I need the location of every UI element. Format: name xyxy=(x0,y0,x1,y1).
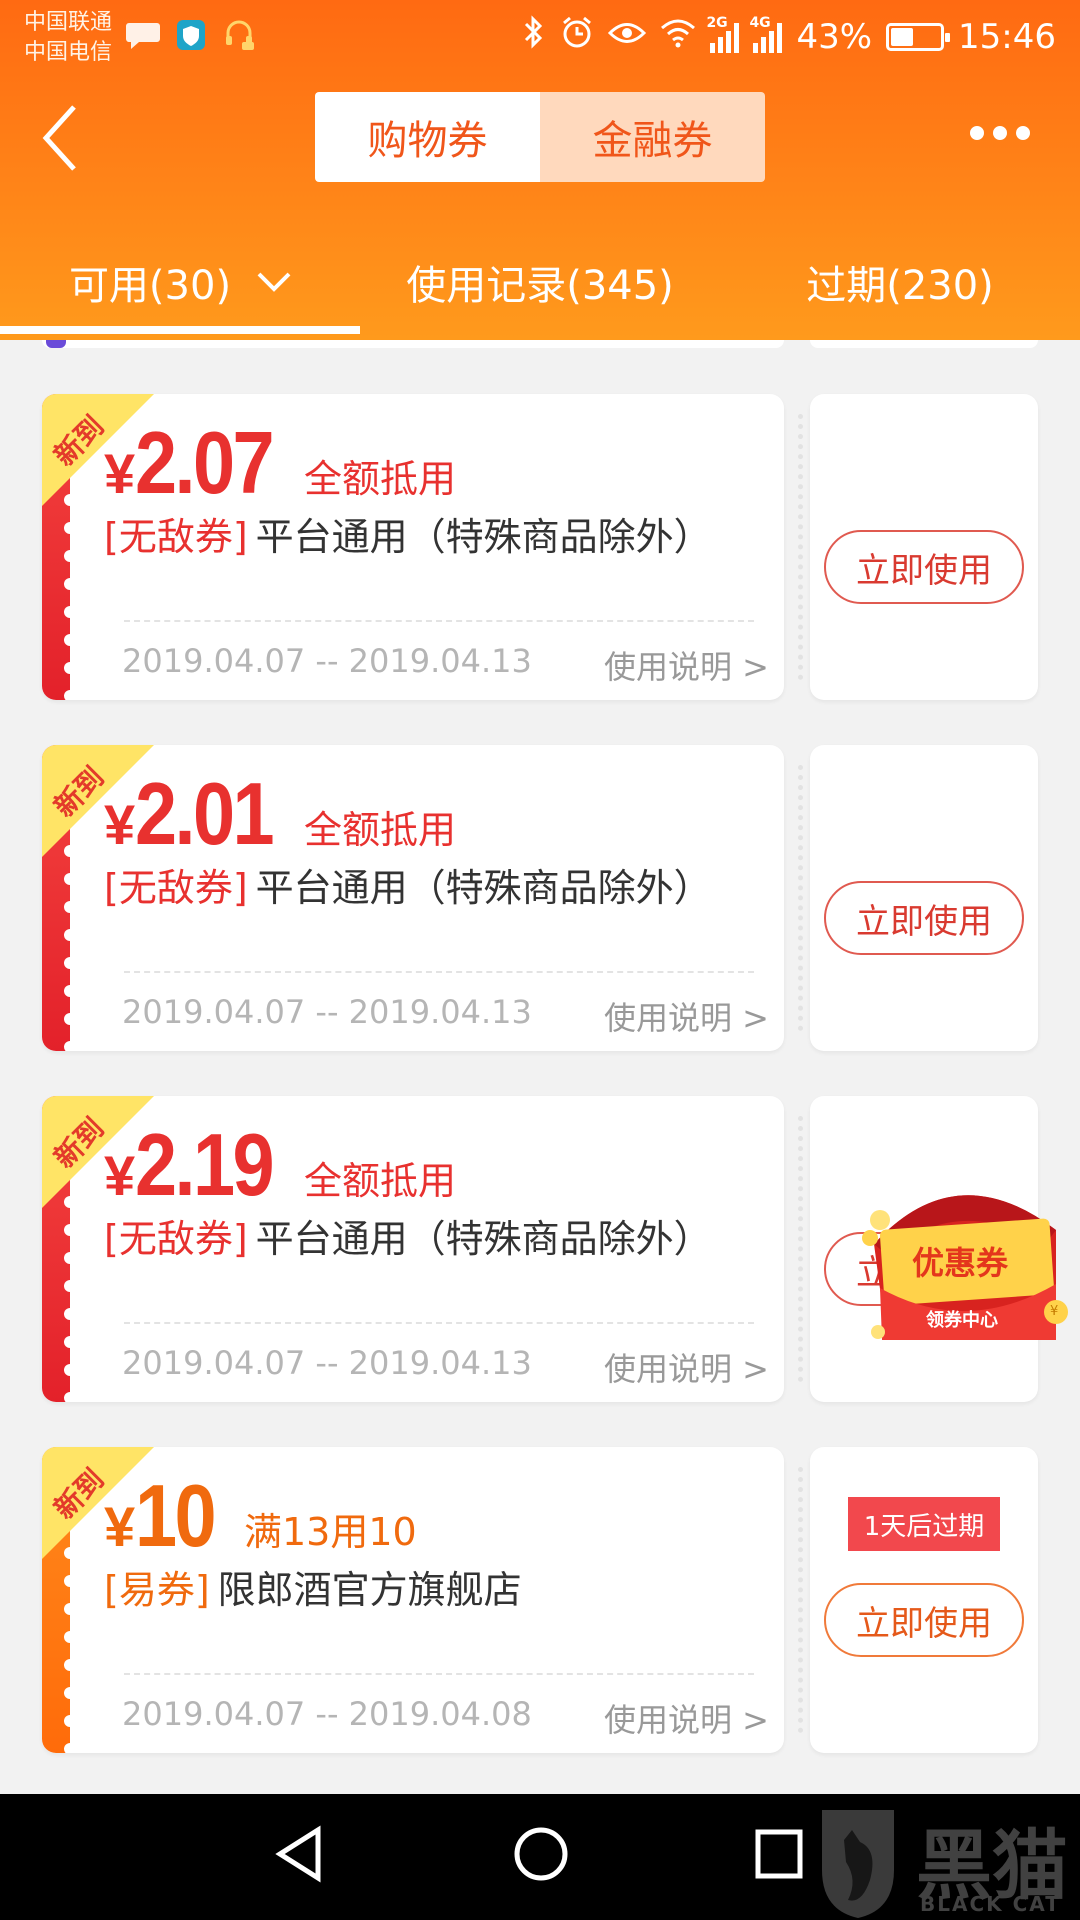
coupon-condition: 满13用10 xyxy=(244,1510,417,1554)
coupon-amount: 2.01 xyxy=(135,764,275,863)
coupon-tag: [无敌券] xyxy=(104,515,248,559)
more-dot-icon xyxy=(970,126,984,140)
coupon-body[interactable]: 新到 ¥ 10 满13用10 [易券] 限郎酒官方旗舰店 2019.04.07 -… xyxy=(42,1447,784,1753)
battery-icon xyxy=(886,22,951,51)
coupon-scope-text: 平台通用（特殊商品除外） xyxy=(255,1217,712,1261)
usage-instructions-link[interactable]: 使用说明 > xyxy=(604,1344,769,1390)
carrier-2: 中国电信 xyxy=(24,40,113,65)
status-bar: 中国联通 中国电信 2G 4G 43% 15:46 xyxy=(0,0,1080,76)
coupon-scope-text: 限郎酒官方旗舰店 xyxy=(217,1568,522,1612)
coupon-body[interactable]: 新到 ¥ 2.07 全额抵用 [无敌券] 平台通用（特殊商品除外） 2019.04… xyxy=(42,394,784,700)
coupon-condition: 全额抵用 xyxy=(304,808,457,852)
currency-symbol: ¥ xyxy=(104,1144,136,1207)
nav-back-button[interactable] xyxy=(272,1824,328,1888)
watermark-text-en: BLACK CAT xyxy=(920,1892,1061,1916)
coin-symbol: ¥ xyxy=(1050,1304,1059,1319)
previous-coupon-edge xyxy=(42,340,1038,348)
coupon-value: ¥ 2.01 xyxy=(104,763,294,865)
usage-instructions-link[interactable]: 使用说明 > xyxy=(604,642,769,688)
coupon-amount: 2.19 xyxy=(135,1115,275,1214)
signal-4g-label: 4G xyxy=(749,14,771,31)
validity-dates: 2019.04.07 -- 2019.04.08 xyxy=(122,1695,532,1733)
validity-dates: 2019.04.07 -- 2019.04.13 xyxy=(122,642,532,680)
watermark: 黑猫 BLACK CAT xyxy=(808,1800,1080,1920)
coupon-scope: [无敌券] 平台通用（特殊商品除外） xyxy=(104,857,712,912)
segment-finance-coupons[interactable]: 金融券 xyxy=(540,92,765,182)
nav-home-button[interactable] xyxy=(512,1824,570,1888)
nav-recents-button[interactable] xyxy=(752,1824,808,1888)
back-arrow-icon xyxy=(42,105,76,171)
alarm-icon xyxy=(560,15,594,58)
battery-percent: 43% xyxy=(796,16,873,57)
coupon-tag: [易券] xyxy=(104,1568,210,1612)
clock: 15:46 xyxy=(958,16,1056,57)
nav-recents-square-icon xyxy=(755,1829,803,1879)
signal-4g-icon: 4G xyxy=(749,15,783,53)
coupon-scope: [无敌券] 平台通用（特殊商品除外） xyxy=(104,506,712,561)
coupon-condition: 全额抵用 xyxy=(304,457,457,501)
coupon-scope: [无敌券] 平台通用（特殊商品除外） xyxy=(104,1208,712,1263)
coupon-value: ¥ 10 xyxy=(104,1465,227,1567)
tab-usage-history[interactable]: 使用记录(345) xyxy=(360,240,720,324)
use-now-button[interactable]: 立即使用 xyxy=(824,1583,1024,1657)
coupon-card: 新到 ¥ 2.01 全额抵用 [无敌券] 平台通用（特殊商品除外） 2019.04… xyxy=(42,733,1038,1063)
coupon-condition: 全额抵用 xyxy=(304,1159,457,1203)
coupon-scope-text: 平台通用（特殊商品除外） xyxy=(255,515,712,559)
expiry-badge: 1天后过期 xyxy=(848,1497,1000,1551)
promo-title: 优惠券 xyxy=(912,1244,1009,1282)
eye-icon xyxy=(608,17,647,57)
back-button[interactable] xyxy=(40,100,100,176)
coupon-body[interactable]: 新到 ¥ 2.01 全额抵用 [无敌券] 平台通用（特殊商品除外） 2019.04… xyxy=(42,745,784,1051)
carrier-labels: 中国联通 中国电信 xyxy=(24,8,112,68)
coupon-body[interactable]: 新到 ¥ 2.19 全额抵用 [无敌券] 平台通用（特殊商品除外） 2019.04… xyxy=(42,1096,784,1402)
tab-available-label: 可用(30) xyxy=(68,263,232,309)
coupon-tag: [无敌券] xyxy=(104,1217,248,1261)
coupon-type-switch: 购物券 金融券 xyxy=(315,92,765,182)
coupon-amount: 2.07 xyxy=(135,413,275,512)
use-now-button[interactable]: 立即使用 xyxy=(824,530,1024,604)
coupon-card: 新到 ¥ 10 满13用10 [易券] 限郎酒官方旗舰店 2019.04.07 -… xyxy=(42,1435,1038,1765)
tab-active-indicator xyxy=(0,326,360,334)
signal-2g-icon: 2G xyxy=(706,15,740,53)
coupon-scope-text: 平台通用（特殊商品除外） xyxy=(255,866,712,910)
coupon-center-float-button[interactable]: 优惠券 领券中心 ¥ xyxy=(860,1184,1072,1352)
chevron-down-icon xyxy=(257,272,291,292)
nav-home-circle-icon xyxy=(514,1827,568,1881)
bluetooth-icon xyxy=(522,14,546,59)
currency-symbol: ¥ xyxy=(104,1495,136,1558)
tab-expired[interactable]: 过期(230) xyxy=(720,240,1080,324)
tab-available[interactable]: 可用(30) xyxy=(0,240,360,324)
more-dot-icon xyxy=(1016,126,1030,140)
coupon-action-area: 1天后过期 立即使用 xyxy=(810,1447,1038,1753)
coupon-amount: 10 xyxy=(135,1466,217,1565)
use-now-button[interactable]: 立即使用 xyxy=(824,881,1024,955)
coupon-action-area: 立即使用 xyxy=(810,394,1038,700)
coupon-value: ¥ 2.07 xyxy=(104,412,294,514)
validity-dates: 2019.04.07 -- 2019.04.13 xyxy=(122,993,532,1031)
nav-back-triangle-icon xyxy=(275,1825,321,1883)
black-cat-logo-icon xyxy=(822,1810,894,1918)
segment-shopping-coupons[interactable]: 购物券 xyxy=(315,92,540,182)
wifi-icon xyxy=(660,17,696,57)
more-dot-icon xyxy=(993,126,1007,140)
signal-2g-label: 2G xyxy=(706,14,728,31)
usage-instructions-link[interactable]: 使用说明 > xyxy=(604,1695,769,1741)
coupon-scope: [易券] 限郎酒官方旗舰店 xyxy=(104,1559,522,1614)
shield-icon xyxy=(172,16,210,54)
currency-symbol: ¥ xyxy=(104,793,136,856)
coupon-action-area: 立即使用 xyxy=(810,745,1038,1051)
coupon-value: ¥ 2.19 xyxy=(104,1114,294,1216)
coupon-tag: [无敌券] xyxy=(104,866,248,910)
validity-dates: 2019.04.07 -- 2019.04.13 xyxy=(122,1344,532,1382)
promo-subtitle: 领券中心 xyxy=(926,1310,998,1331)
header-bar: 中国联通 中国电信 2G 4G 43% 15:46 购物券 金融券 可用(30)… xyxy=(0,0,1080,340)
status-tabs: 可用(30) 使用记录(345) 过期(230) xyxy=(0,240,1080,324)
currency-symbol: ¥ xyxy=(104,442,136,505)
more-menu-button[interactable] xyxy=(970,126,1030,140)
carrier-1: 中国联通 xyxy=(24,10,113,35)
coupon-card: 新到 ¥ 2.07 全额抵用 [无敌券] 平台通用（特殊商品除外） 2019.04… xyxy=(42,382,1038,712)
usage-instructions-link[interactable]: 使用说明 > xyxy=(604,993,769,1039)
message-icon xyxy=(124,16,162,54)
headset-icon xyxy=(220,16,258,54)
